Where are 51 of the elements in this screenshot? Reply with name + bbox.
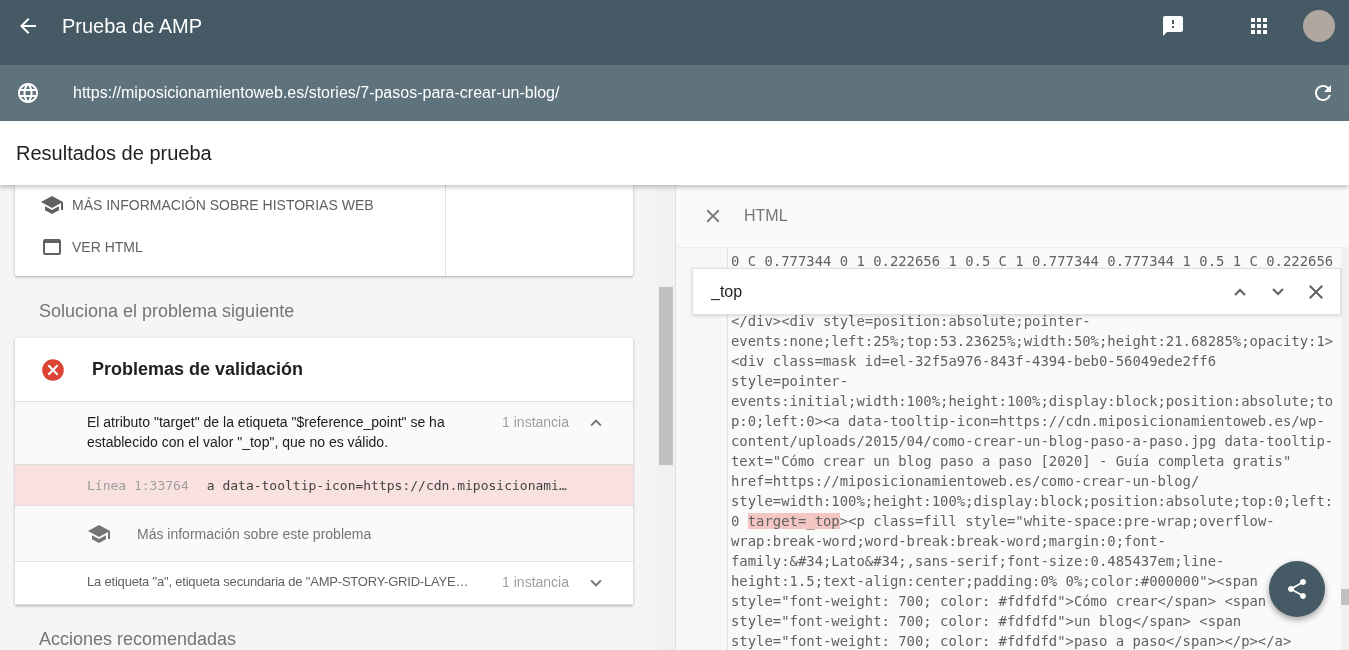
scrollbar[interactable] bbox=[657, 185, 675, 650]
section-heading: Acciones recomendadas bbox=[38, 628, 238, 650]
code-line: style="font-weight: 700; color: #fdfdfd">paso a paso</span></p></a> bbox=[731, 632, 1292, 650]
code-line: style=width:100%;height:100%;display:block;position:absolute;top:0;left: bbox=[731, 492, 1334, 511]
scrollbar[interactable] bbox=[1341, 247, 1349, 650]
app-title: Prueba de AMP bbox=[62, 14, 204, 38]
issue-row[interactable]: El atributo "target" de la etiqueta "$reference_point" se ha establecido con el valor "_top", que no es válido. 1 instancia bbox=[15, 402, 633, 465]
section-heading: Soluciona el problema siguiente bbox=[38, 300, 296, 323]
feedback-button[interactable] bbox=[1161, 14, 1185, 38]
code-line: events:none;left:25%;top:53.23625%;width:50%;height:21.68285%;opacity:1> bbox=[731, 332, 1334, 351]
line-number: Línea 1:33764 bbox=[87, 477, 189, 493]
chevron-up-icon bbox=[1234, 287, 1246, 296]
avatar[interactable] bbox=[1303, 10, 1335, 42]
issue-row[interactable]: La etiqueta "a", etiqueta secundaria de "AMP-STORY-GRID-LAYE… 1 instancia bbox=[15, 562, 633, 605]
instance-count: 1 instancia bbox=[502, 573, 569, 592]
code-line: wrap:break-word;word-break:break-word;margin:0;font- bbox=[731, 532, 1166, 551]
code-line: height:1.5;text-align:center;padding:0% 0%;color:#000000"><span bbox=[731, 572, 1258, 591]
info-link[interactable]: VER HTML bbox=[40, 235, 445, 259]
instance-count: 1 instancia bbox=[502, 413, 569, 432]
share-icon bbox=[1285, 577, 1309, 601]
school-icon bbox=[40, 193, 64, 217]
code-line: href=https://miposicionamientoweb.es/como-crear-un-blog/ bbox=[731, 472, 1200, 491]
issue-message: La etiqueta "a", etiqueta secundaria de "AMP-STORY-GRID-LAYE… bbox=[87, 573, 470, 591]
code-line: style="font-weight: 700; color: #fdfdfd">Cómo crear</span> <span bbox=[731, 592, 1267, 611]
code-line: p:0;left:0><a data-tooltip-icon=https://cdn.miposicionamientoweb.es/wp- bbox=[731, 412, 1325, 431]
code-line: 0 C 0.777344 0 1 0.222656 1 0.5 C 1 0.777344 0.777344 1 0.5 1 C 0.222656 bbox=[731, 252, 1334, 271]
code-snippet: a data-tooltip-icon=https://cdn.miposicionami… bbox=[206, 477, 567, 493]
card-title: Problemas de validación bbox=[92, 359, 304, 380]
code-line: style="font-weight: 700; color: #fdfdfd">un blog</span> <span bbox=[731, 612, 1242, 631]
code-line: content/uploads/2015/04/como-crear-un-blog-paso-a-paso.jpg data-tooltip- bbox=[731, 432, 1334, 451]
code-line: style=pointer- bbox=[731, 372, 849, 391]
code-reference-row[interactable]: Línea 1:33764 a data-tooltip-icon=https://cdn.miposicionami… bbox=[15, 465, 633, 506]
issue-message: El atributo "target" de la etiqueta "$reference_point" se ha establecido con el valor "_top", que no es válido. bbox=[87, 413, 446, 452]
search-input[interactable]: _top bbox=[709, 281, 1214, 302]
info-link[interactable]: MÁS INFORMACIÓN SOBRE HISTORIAS WEB bbox=[40, 193, 445, 217]
code-line: <div class=mask id=el-32f5a976-843f-4394-beb0-56049ede2ff6 bbox=[731, 352, 1217, 371]
search-bar[interactable]: _top bbox=[692, 268, 1341, 315]
results-title: Resultados de prueba bbox=[16, 141, 212, 165]
error-icon bbox=[40, 356, 66, 383]
panel-title: HTML bbox=[744, 207, 788, 225]
url-text: https://miposicionamientoweb.es/stories/7-pasos-para-crear-un-blog/ bbox=[73, 84, 561, 102]
code-line: family:&#34;Lato&#34;,sans-serif;font-size:0.485437em;line- bbox=[731, 552, 1225, 571]
learn-more-link[interactable]: Más información sobre este problema bbox=[15, 506, 633, 562]
globe-icon bbox=[16, 81, 40, 105]
code-line: events:initial;width:100%;height:100%;display:block;position:absolute;to bbox=[731, 392, 1334, 411]
code-line: text="Cómo crear un blog paso a paso [2020] - Guía completa gratis" bbox=[731, 452, 1292, 471]
search-match: target=_top bbox=[747, 513, 840, 529]
share-button[interactable] bbox=[1269, 561, 1325, 617]
chevron-down-icon bbox=[1272, 287, 1284, 296]
code-line: 0 target=_top><p class=fill style="white-space:pre-wrap;overflow- bbox=[731, 512, 1275, 531]
code-line: </div><div style=position:absolute;pointer- bbox=[731, 312, 1091, 331]
